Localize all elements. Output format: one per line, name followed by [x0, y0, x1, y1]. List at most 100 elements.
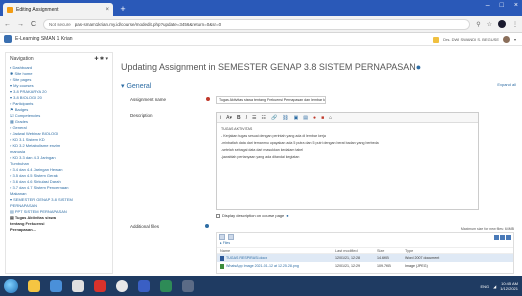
- help-icon[interactable]: ●: [286, 213, 288, 218]
- app-icon[interactable]: [182, 280, 194, 292]
- block-controls-icon[interactable]: ✚ ✱ ▾: [94, 56, 108, 62]
- help-icon[interactable]: ●: [416, 62, 421, 72]
- file-name-cell[interactable]: WhatsApp Image 2021-01-12 at 12.25.28.pn…: [217, 263, 335, 269]
- description-line: - Kerjakan tugas sesuai dengan perintah …: [221, 134, 326, 138]
- moodle-navbar: E-Learning SMAN 1 Krian Drs. DWI SWANDI …: [0, 33, 522, 46]
- browser-menu-icon[interactable]: ⋮: [512, 21, 518, 28]
- bold-icon[interactable]: B: [237, 115, 241, 121]
- view-icons-icon[interactable]: [494, 234, 499, 240]
- app-red-icon[interactable]: [94, 280, 106, 292]
- assignment-name-input[interactable]: Tugas Aktivitas siswa tentang Frekuensi …: [216, 96, 326, 104]
- editor-content[interactable]: TUGAS AKTIVITAS - Kerjakan tugas sesuai d…: [217, 123, 478, 164]
- user-menu[interactable]: Drs. DWI SWANDI S. BEGUSE ▾: [433, 36, 516, 43]
- record-video-icon[interactable]: ■: [321, 115, 324, 121]
- assignment-name-label: Assignment name: [130, 97, 167, 102]
- chrome-icon[interactable]: [116, 280, 128, 292]
- col-name[interactable]: Name: [217, 249, 335, 253]
- italic-icon[interactable]: I: [246, 115, 247, 121]
- user-name: Drs. DWI SWANDI S. BEGUSE: [443, 37, 499, 42]
- window-controls: – □ ×: [486, 2, 518, 9]
- manage-files-icon[interactable]: ⌂: [329, 115, 332, 121]
- record-audio-icon[interactable]: ●: [313, 115, 316, 121]
- link-icon[interactable]: 🔗: [271, 115, 277, 121]
- description-line: -minbatlah data dari temanmu upayakan ad…: [221, 141, 379, 145]
- minimize-button[interactable]: –: [486, 2, 490, 9]
- tab-close-icon[interactable]: ×: [105, 7, 109, 13]
- url-field[interactable]: Not secure pas-smam1krian.my.id/course/m…: [43, 18, 471, 30]
- file-list: TUGAS RESPIRASI.docx 12/01/21, 12:28 14.6K…: [217, 254, 513, 270]
- not-secure-label[interactable]: Not secure: [49, 22, 71, 27]
- description-editor[interactable]: i A▾ B I ☰ ☷ 🔗 ⛓ ▣ ▤ ● ■ ⌂ TUGAS AKTIVIT…: [216, 112, 479, 210]
- file-type: Word 2007 document: [405, 256, 440, 260]
- required-icon: [206, 97, 210, 101]
- site-name-link[interactable]: E-Learning SMAN 1 Krian: [15, 36, 73, 42]
- navigation-tree: ▪ Dashboard ✱ Site home › Site pages ▾ M…: [10, 65, 108, 233]
- description-line: TUGAS AKTIVITAS: [221, 127, 253, 131]
- forward-button[interactable]: →: [17, 21, 24, 28]
- col-type[interactable]: Type: [405, 249, 485, 253]
- file-name[interactable]: TUGAS RESPIRASI.docx: [226, 256, 267, 260]
- word-doc-icon: [220, 255, 224, 261]
- file-row[interactable]: WhatsApp Image 2021-01-12 at 12.25.28.pn…: [217, 262, 513, 270]
- file-name-cell[interactable]: TUGAS RESPIRASI.docx: [217, 255, 335, 261]
- add-file-icon[interactable]: [219, 234, 225, 240]
- nav-item[interactable]: Pernapasan...: [10, 227, 108, 233]
- volume-icon[interactable]: ◢: [493, 284, 496, 289]
- media-icon[interactable]: ▤: [303, 115, 308, 121]
- expand-all-link[interactable]: Expand all: [497, 82, 516, 87]
- file-name[interactable]: WhatsApp Image 2021-01-12 at 12.25.28.pn…: [226, 264, 299, 268]
- view-tree-icon[interactable]: [506, 234, 511, 240]
- download-all-icon[interactable]: [228, 234, 234, 240]
- additional-files-label: Additional files: [130, 224, 160, 229]
- file-modified: 12/01/21, 12:29: [335, 264, 360, 268]
- display-description-label: Display description on course page: [222, 213, 285, 218]
- bookmark-star-icon[interactable]: ☆: [487, 21, 492, 28]
- back-button[interactable]: ←: [4, 21, 11, 28]
- file-manager[interactable]: ▸ Files Name Last modified Size Type TUG…: [216, 232, 514, 274]
- paragraph-style-icon[interactable]: A▾: [226, 115, 232, 121]
- media-player-icon[interactable]: [72, 280, 84, 292]
- bullet-list-icon[interactable]: ☰: [252, 115, 256, 121]
- address-bar: ← → C Not secure pas-smam1krian.my.id/co…: [0, 16, 522, 33]
- unlink-icon[interactable]: ⛓: [282, 115, 288, 121]
- view-list-icon[interactable]: [500, 234, 505, 240]
- help-icon[interactable]: [205, 224, 209, 228]
- file-explorer-icon[interactable]: [28, 280, 40, 292]
- file-manager-toolbar: [217, 233, 513, 241]
- reload-button[interactable]: C: [30, 21, 37, 28]
- numbered-list-icon[interactable]: ☷: [261, 115, 265, 121]
- word-icon[interactable]: [138, 280, 150, 292]
- col-last-modified[interactable]: Last modified: [335, 249, 377, 253]
- notification-icon[interactable]: [433, 36, 440, 43]
- max-file-size: Maximum size for new files: 64MB: [460, 227, 514, 231]
- profile-avatar[interactable]: [498, 20, 506, 28]
- browser-ie-icon[interactable]: [50, 280, 62, 292]
- section-general-header[interactable]: ▾ General: [121, 82, 151, 90]
- display-description-checkbox[interactable]: Display description on course page ●: [216, 213, 289, 218]
- file-row[interactable]: TUGAS RESPIRASI.docx 12/01/21, 12:28 14.6K…: [217, 254, 513, 262]
- close-window-button[interactable]: ×: [514, 2, 518, 9]
- browser-tab[interactable]: Editing Assignment ×: [3, 3, 113, 16]
- tab-title: Editing Assignment: [16, 6, 59, 13]
- system-tray: ENG ◢ 10:45 AM 1/12/2021: [480, 281, 518, 291]
- clock[interactable]: 10:45 AM 1/12/2021: [500, 281, 518, 291]
- maximize-button[interactable]: □: [500, 2, 504, 9]
- toolbar-toggle-icon[interactable]: i: [220, 115, 221, 121]
- user-menu-chevron-icon[interactable]: ▾: [514, 37, 516, 42]
- new-tab-button[interactable]: +: [117, 4, 129, 14]
- start-button[interactable]: [4, 279, 18, 293]
- site-logo-icon[interactable]: [4, 35, 12, 43]
- checkbox-box[interactable]: [216, 213, 220, 218]
- search-icon[interactable]: ⚲: [476, 21, 480, 28]
- description-line: -setelah sebagai data dari masukkan keda…: [221, 148, 304, 152]
- image-icon[interactable]: ▣: [294, 115, 299, 121]
- language-indicator[interactable]: ENG: [480, 284, 489, 289]
- file-size: 109.7KB: [377, 264, 391, 268]
- browser-actions: ⚲ ☆ ⋮: [476, 20, 518, 28]
- excel-icon[interactable]: [160, 280, 172, 292]
- file-type: Image (JPEG): [405, 264, 428, 268]
- col-size[interactable]: Size: [377, 249, 405, 253]
- description-label: Description: [130, 113, 153, 118]
- user-avatar[interactable]: [502, 36, 510, 43]
- file-modified: 12/01/21, 12:28: [335, 256, 360, 260]
